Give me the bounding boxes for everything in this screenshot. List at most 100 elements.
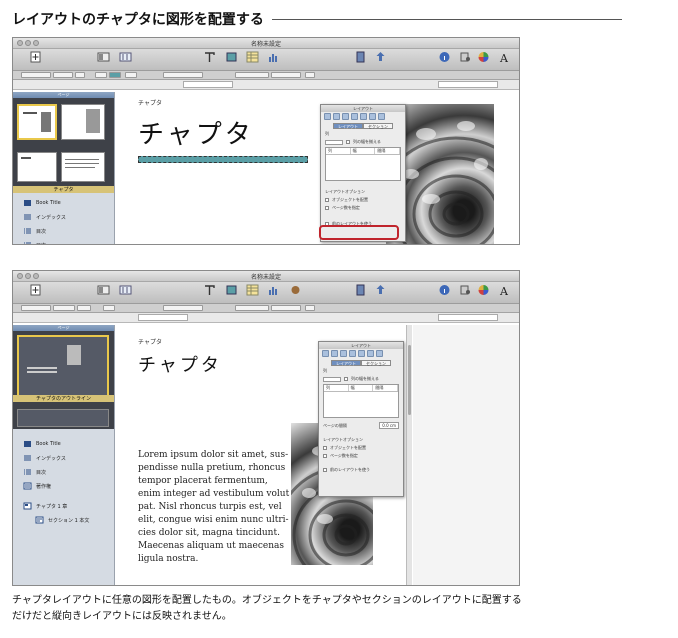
- chapter-title[interactable]: チャプタ: [138, 114, 254, 151]
- body-text-frame[interactable]: Lorem ipsum dolor sit amet, sus- pendiss…: [138, 449, 289, 566]
- vertical-scrollbar[interactable]: [406, 325, 412, 585]
- tab-layout[interactable]: レイアウト: [331, 360, 361, 366]
- page-canvas[interactable]: チャプタ チャプタ レイアウト レイアウト セクション 列 列の幅を揃える 列 …: [116, 92, 519, 244]
- page-thumbnail[interactable]: [61, 152, 105, 182]
- table-button[interactable]: [242, 284, 262, 296]
- equal-width-checkbox[interactable]: [346, 140, 350, 144]
- media-button[interactable]: [455, 51, 475, 63]
- sidebar-item-chapter[interactable]: チャプタ 1 章: [13, 499, 114, 513]
- line-width-field[interactable]: [53, 72, 73, 78]
- style-select[interactable]: [21, 305, 51, 311]
- page-size-field[interactable]: [438, 314, 498, 321]
- tab-layout[interactable]: レイアウト: [333, 123, 363, 129]
- wrap-inspector-icon[interactable]: [342, 113, 349, 120]
- alignment-group[interactable]: [163, 305, 203, 311]
- page-thumbnail[interactable]: [61, 104, 105, 140]
- fonts-button[interactable]: A: [493, 284, 513, 296]
- shadow-toggle[interactable]: [125, 72, 137, 78]
- inspector-button[interactable]: [350, 284, 370, 296]
- tab-section[interactable]: セクション: [363, 123, 393, 129]
- layout-inspector-icon[interactable]: [333, 113, 340, 120]
- fill-label[interactable]: [95, 72, 107, 78]
- add-page-button[interactable]: [25, 51, 45, 63]
- view-button[interactable]: [93, 51, 113, 63]
- place-objects-checkbox[interactable]: [325, 198, 329, 202]
- sidebar-item-book-title[interactable]: Book Title: [13, 437, 114, 451]
- chart-button[interactable]: [263, 284, 283, 296]
- sidebar-item-toc[interactable]: 目次: [13, 465, 114, 479]
- tab-section[interactable]: セクション: [361, 360, 391, 366]
- textbox-button[interactable]: [199, 284, 219, 296]
- graphic-inspector-icon[interactable]: [360, 113, 367, 120]
- line-color-well[interactable]: [75, 72, 85, 78]
- colors-button[interactable]: [473, 51, 493, 63]
- add-page-button[interactable]: [25, 284, 45, 296]
- export-button[interactable]: [370, 284, 390, 296]
- layout-inspector-icon[interactable]: [331, 350, 338, 357]
- export-button[interactable]: [370, 51, 390, 63]
- page-count-checkbox[interactable]: [323, 454, 327, 458]
- columns-table[interactable]: 列 幅 間隔: [323, 384, 399, 418]
- wrap-inspector-icon[interactable]: [340, 350, 347, 357]
- more-button[interactable]: [305, 305, 315, 311]
- link-inspector-icon[interactable]: [376, 350, 383, 357]
- page-thumbnail-selected[interactable]: [17, 335, 109, 397]
- gutter-field[interactable]: 0.0 cm: [379, 422, 399, 429]
- use-previous-layout-checkbox[interactable]: [323, 468, 327, 472]
- columns-stepper[interactable]: [323, 376, 341, 382]
- font-select[interactable]: [53, 305, 75, 311]
- page-thumbnail[interactable]: [17, 152, 57, 182]
- line-style-select[interactable]: [21, 72, 51, 78]
- zoom-field[interactable]: [183, 81, 233, 88]
- columns-table[interactable]: 列 幅 間隔: [325, 147, 401, 181]
- sidebar-item-index[interactable]: インデックス: [13, 451, 114, 465]
- document-inspector-icon[interactable]: [322, 350, 329, 357]
- link-inspector-icon[interactable]: [378, 113, 385, 120]
- metrics-inspector-icon[interactable]: [369, 113, 376, 120]
- arrange-select[interactable]: [271, 72, 301, 78]
- sidebar-item-toc-2[interactable]: 目次: [13, 238, 114, 244]
- sidebar-item-index[interactable]: インデックス: [13, 210, 114, 224]
- sections-button[interactable]: [115, 51, 135, 63]
- view-button[interactable]: [93, 284, 113, 296]
- text-inspector-icon[interactable]: [351, 113, 358, 120]
- zoom-field[interactable]: [138, 314, 188, 321]
- info-button[interactable]: [434, 51, 454, 63]
- media-button[interactable]: [455, 284, 475, 296]
- document-inspector-icon[interactable]: [324, 113, 331, 120]
- text-inspector-icon[interactable]: [349, 350, 356, 357]
- equal-width-checkbox[interactable]: [344, 377, 348, 381]
- textbox-button[interactable]: [199, 51, 219, 63]
- spacing-select[interactable]: [235, 305, 269, 311]
- more-button[interactable]: [305, 72, 315, 78]
- sidebar-item-section[interactable]: セクション 1 本文: [13, 513, 114, 527]
- page-canvas[interactable]: チャプタ チャプタ Lorem ipsum dolor sit amet, su…: [116, 325, 406, 585]
- place-objects-checkbox[interactable]: [323, 446, 327, 450]
- inspector-button[interactable]: [350, 51, 370, 63]
- bold-toggle[interactable]: [103, 305, 115, 311]
- page-thumbnail[interactable]: [17, 409, 109, 427]
- info-button[interactable]: [434, 284, 454, 296]
- page-thumbnail-selected[interactable]: [17, 104, 57, 140]
- media-browser-button[interactable]: [285, 284, 305, 296]
- shape-button[interactable]: [221, 284, 241, 296]
- columns-stepper[interactable]: [325, 139, 343, 145]
- columns-select[interactable]: [271, 305, 301, 311]
- graphic-inspector-icon[interactable]: [358, 350, 365, 357]
- sidebar-item-toc[interactable]: 目次: [13, 224, 114, 238]
- sidebar-item-book-title[interactable]: Book Title: [13, 196, 114, 210]
- sections-button[interactable]: [115, 284, 135, 296]
- wrap-select[interactable]: [235, 72, 269, 78]
- shape-button[interactable]: [221, 51, 241, 63]
- opacity-slider[interactable]: [163, 72, 203, 78]
- table-button[interactable]: [242, 51, 262, 63]
- chapter-title[interactable]: チャプタ: [138, 351, 222, 377]
- sidebar-item-copyright[interactable]: 著作権: [13, 479, 114, 493]
- placed-rectangle-shape[interactable]: [138, 156, 308, 163]
- fonts-button[interactable]: A: [493, 51, 513, 63]
- fill-color-well[interactable]: [109, 72, 121, 78]
- font-size-field[interactable]: [77, 305, 91, 311]
- scrollbar-thumb[interactable]: [408, 345, 411, 415]
- colors-button[interactable]: [473, 284, 493, 296]
- page-size-field[interactable]: [438, 81, 498, 88]
